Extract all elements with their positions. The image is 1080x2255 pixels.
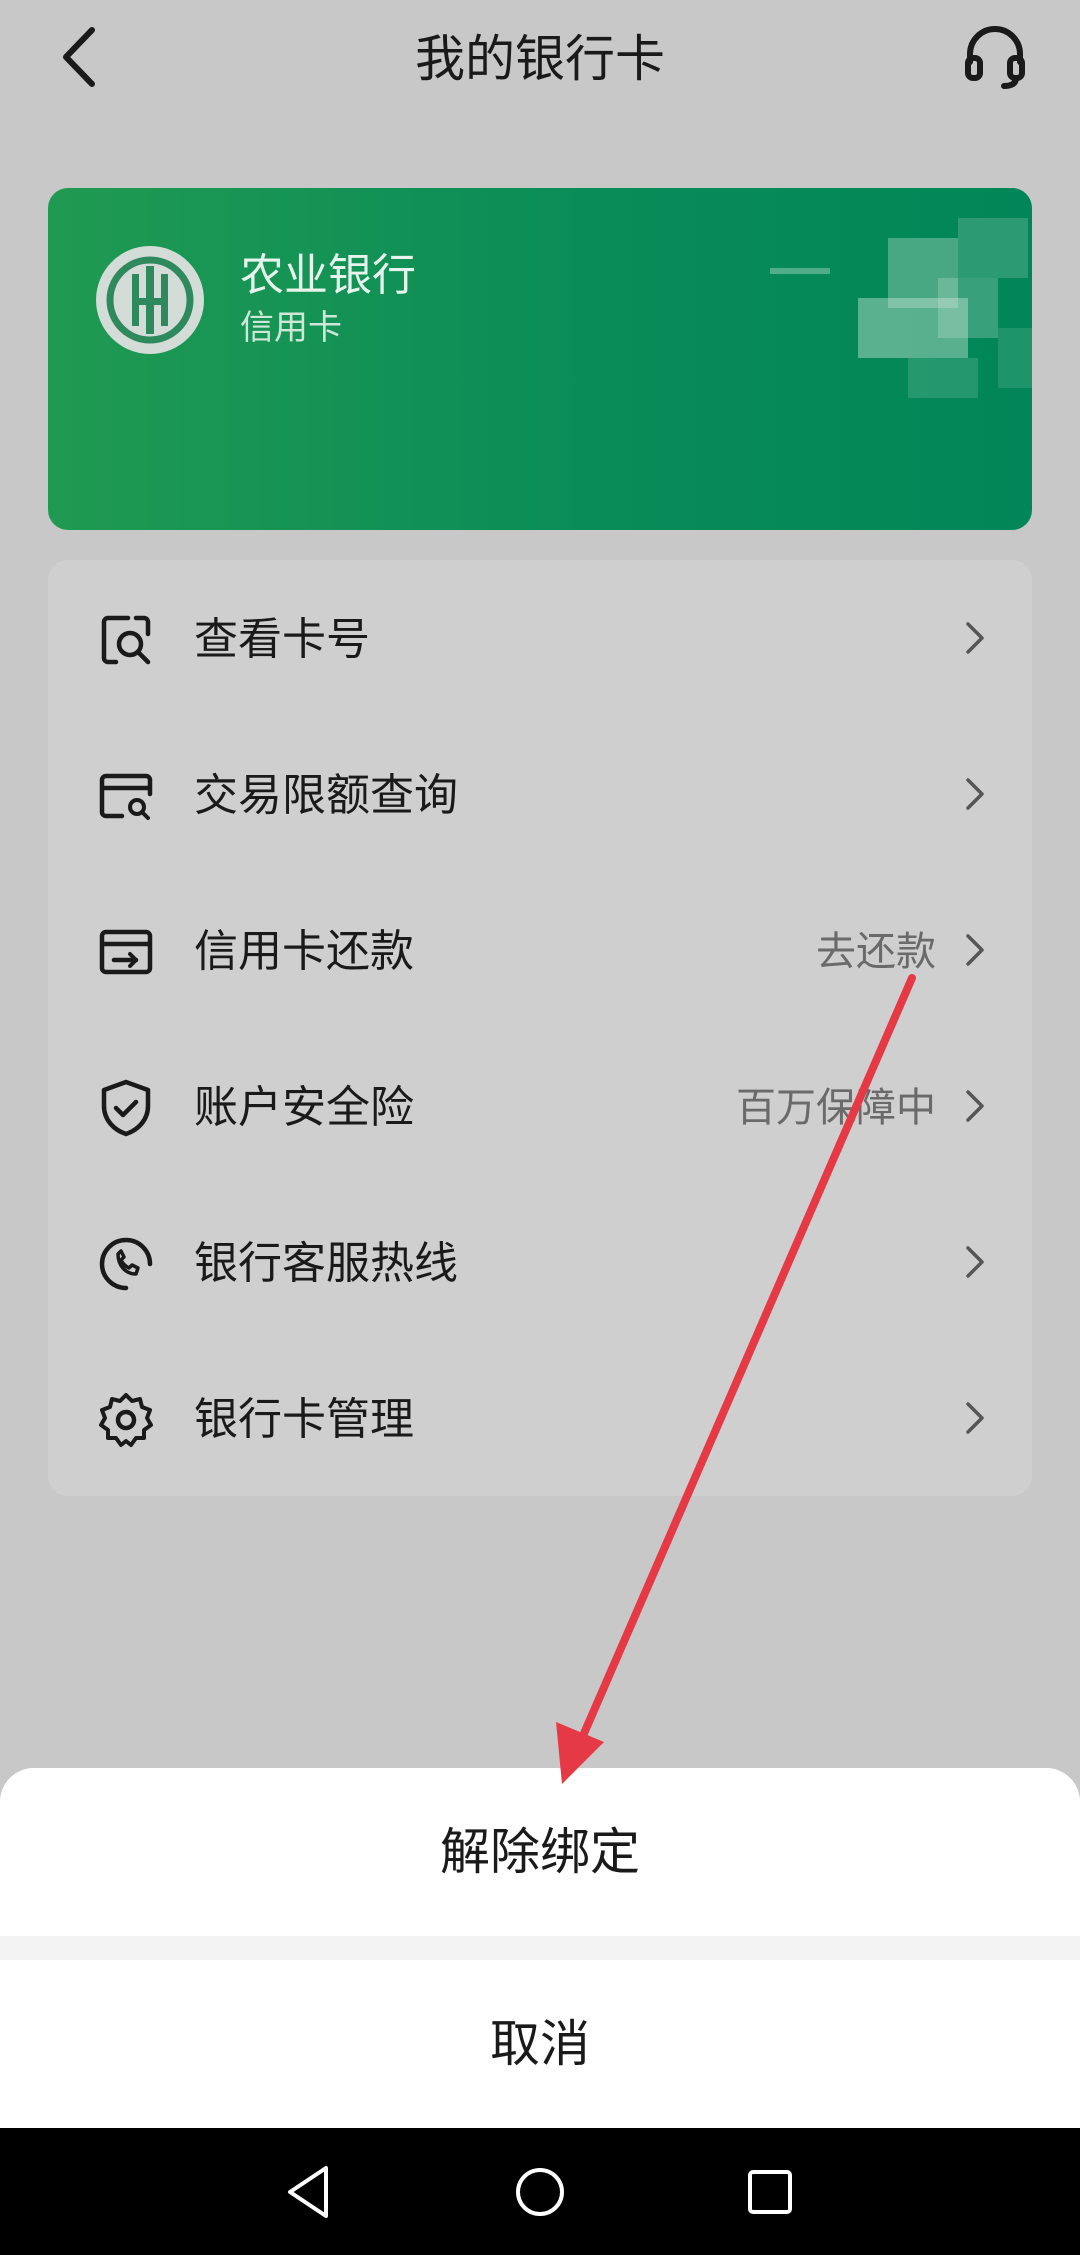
chevron-right-icon (966, 622, 984, 654)
phone-icon (99, 1237, 153, 1291)
abc-bank-logo (96, 246, 204, 354)
customer-service-button[interactable] (960, 22, 1030, 92)
nav-back-icon[interactable] (276, 2158, 344, 2226)
menu-item-label: 账户安全险 (194, 1082, 414, 1133)
menu-item-transaction-limit[interactable]: 交易限额查询 (48, 716, 1032, 872)
card-number-mosaic (748, 218, 1032, 418)
menu-item-label: 银行卡管理 (194, 1394, 414, 1445)
top-bar: 我的银行卡 (0, 0, 1080, 120)
page-title: 我的银行卡 (415, 30, 665, 88)
chevron-right-icon (966, 934, 984, 966)
bank-name: 农业银行 (240, 250, 416, 301)
unbind-card-button[interactable]: 解除绑定 (0, 1768, 1080, 1936)
search-card-icon (101, 615, 151, 665)
chevron-right-icon (966, 1402, 984, 1434)
menu-item-value: 百万保障中 (736, 1085, 936, 1131)
card-options-panel: 查看卡号 交易限额查询 信用卡还款 去还款 账户安全险 百万保障中 银行客服热线… (48, 560, 1032, 1496)
nav-home-icon[interactable] (506, 2158, 574, 2226)
cancel-button[interactable]: 取消 (0, 1960, 1080, 2128)
bank-card[interactable]: 农业银行 信用卡 (48, 188, 1032, 530)
menu-item-card-management[interactable]: 银行卡管理 (48, 1340, 1032, 1496)
menu-item-credit-card-repayment[interactable]: 信用卡还款 去还款 (48, 872, 1032, 1028)
action-sheet: 解除绑定 取消 (0, 1768, 1080, 2128)
gear-icon (99, 1393, 153, 1447)
menu-item-view-card-number[interactable]: 查看卡号 (48, 560, 1032, 716)
chevron-right-icon (966, 1090, 984, 1122)
menu-item-label: 银行客服热线 (194, 1238, 458, 1289)
menu-item-customer-hotline[interactable]: 银行客服热线 (48, 1184, 1032, 1340)
limit-query-icon (99, 773, 153, 820)
shield-check-icon (101, 1079, 151, 1137)
card-type: 信用卡 (240, 308, 342, 348)
menu-item-label: 查看卡号 (194, 614, 370, 665)
menu-item-value: 去还款 (816, 929, 936, 975)
headset-icon (965, 26, 1025, 89)
menu-item-label: 交易限额查询 (194, 770, 458, 821)
menu-item-account-insurance[interactable]: 账户安全险 百万保障中 (48, 1028, 1032, 1184)
nav-recents-icon[interactable] (736, 2158, 804, 2226)
system-nav-bar (0, 2128, 1080, 2255)
repayment-card-icon (99, 929, 153, 975)
chevron-right-icon (966, 1246, 984, 1278)
menu-item-label: 信用卡还款 (194, 926, 414, 977)
chevron-right-icon (966, 778, 984, 810)
